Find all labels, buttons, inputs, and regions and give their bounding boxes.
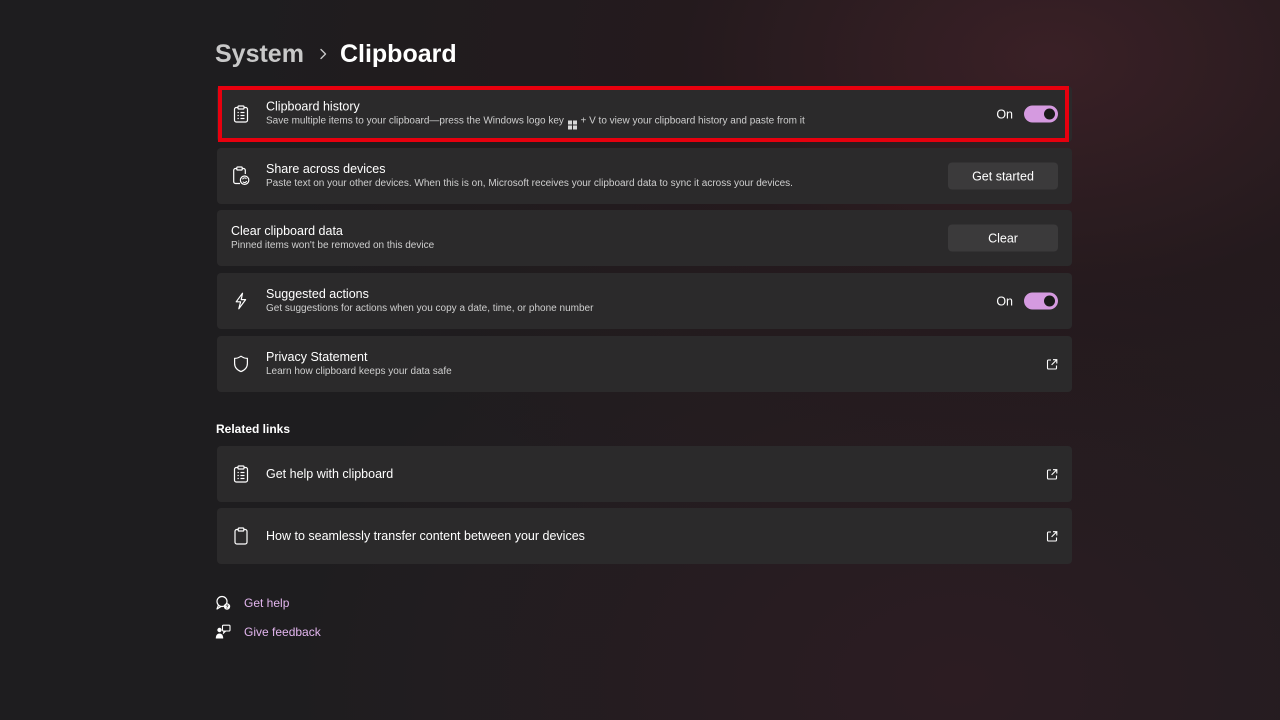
privacy-statement-card[interactable]: Privacy Statement Learn how clipboard ke… — [217, 336, 1072, 392]
get-help-link[interactable]: ? Get help — [215, 595, 289, 611]
chevron-right-icon — [319, 48, 327, 60]
share-across-devices-card: Share across devices Paste text on your … — [217, 148, 1072, 204]
external-link-icon — [1045, 530, 1058, 543]
suggested-actions-state-label: On — [996, 294, 1013, 308]
related-link-transfer-content[interactable]: How to seamlessly transfer content betwe… — [217, 508, 1072, 564]
clipboard-history-description-part2: + V to view your clipboard history and p… — [580, 115, 805, 127]
svg-text:?: ? — [225, 604, 228, 610]
toggle-knob — [1044, 295, 1055, 307]
related-links-heading: Related links — [216, 422, 291, 436]
clipboard-list-icon — [231, 464, 251, 484]
suggested-actions-description: Get suggestions for actions when you cop… — [266, 303, 594, 314]
give-feedback-link[interactable]: Give feedback — [215, 624, 321, 640]
clipboard-history-toggle[interactable] — [1024, 105, 1058, 123]
external-link-icon — [1045, 358, 1058, 371]
lightning-icon — [231, 291, 251, 311]
clipboard-history-title: Clipboard history — [266, 99, 360, 114]
share-across-devices-title: Share across devices — [266, 162, 386, 176]
clipboard-sync-icon — [231, 166, 251, 186]
related-link-get-help-clipboard[interactable]: Get help with clipboard — [217, 446, 1072, 502]
clipboard-icon — [231, 526, 251, 546]
clipboard-history-description-part1: Save multiple items to your clipboard—pr… — [266, 115, 564, 127]
clear-clipboard-data-card: Clear clipboard data Pinned items won't … — [217, 210, 1072, 266]
toggle-knob — [1044, 108, 1055, 120]
related-link-label: How to seamlessly transfer content betwe… — [266, 529, 585, 543]
breadcrumb-system-link[interactable]: System — [215, 40, 304, 69]
clipboard-history-description: Save multiple items to your clipboard—pr… — [266, 115, 805, 130]
suggested-actions-title: Suggested actions — [266, 287, 369, 301]
get-started-button[interactable]: Get started — [948, 162, 1058, 190]
feedback-icon — [215, 624, 231, 640]
breadcrumb: System Clipboard — [215, 36, 457, 72]
chat-help-icon: ? — [215, 595, 231, 611]
page-title: Clipboard — [339, 39, 457, 68]
clear-button[interactable]: Clear — [948, 224, 1058, 252]
clear-clipboard-data-title: Clear clipboard data — [231, 224, 343, 238]
clipboard-list-icon — [231, 104, 251, 124]
shield-icon — [231, 354, 251, 374]
privacy-statement-description: Learn how clipboard keeps your data safe — [266, 366, 452, 377]
external-link-icon — [1045, 468, 1058, 481]
clipboard-history-state-label: On — [996, 107, 1013, 121]
share-across-devices-description: Paste text on your other devices. When t… — [266, 178, 793, 189]
give-feedback-label: Give feedback — [244, 625, 321, 639]
windows-logo-icon — [567, 120, 577, 130]
clear-clipboard-data-description: Pinned items won't be removed on this de… — [231, 240, 435, 251]
clipboard-history-card: Clipboard history Save multiple items to… — [217, 86, 1072, 142]
get-help-label: Get help — [244, 596, 290, 610]
privacy-statement-title: Privacy Statement — [266, 350, 368, 364]
suggested-actions-card: Suggested actions Get suggestions for ac… — [217, 273, 1072, 329]
suggested-actions-toggle[interactable] — [1024, 292, 1058, 310]
related-link-label: Get help with clipboard — [266, 467, 394, 481]
